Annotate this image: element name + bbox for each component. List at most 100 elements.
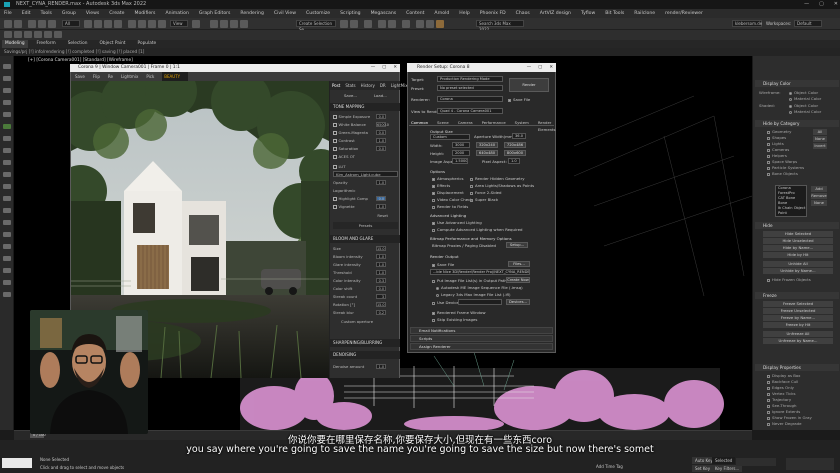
checkbox[interactable] <box>333 115 337 119</box>
checkbox[interactable] <box>767 130 770 134</box>
menu-item[interactable]: render/Reviewer <box>665 9 703 18</box>
radio[interactable] <box>789 91 792 95</box>
tool-icon[interactable] <box>3 76 11 81</box>
tab-dr[interactable]: DR <box>380 81 386 90</box>
tool-icon[interactable] <box>3 112 11 117</box>
fb-save-button[interactable]: Save <box>75 72 85 81</box>
freeze-header[interactable]: Freeze <box>755 292 839 299</box>
unhide-all-button[interactable]: Unhide All <box>763 261 833 267</box>
option-effects[interactable]: Effects <box>432 183 450 188</box>
category-none-button[interactable]: None <box>813 136 827 142</box>
viewport-navigation[interactable] <box>786 458 834 470</box>
category-particle-systems[interactable]: Particle Systems <box>767 165 804 170</box>
tool-icon[interactable] <box>3 256 11 261</box>
checkbox[interactable] <box>432 301 435 305</box>
preset-320[interactable]: 320x240 <box>476 142 498 148</box>
rs-close-button[interactable]: ✕ <box>549 63 553 72</box>
hide-by-name-button[interactable]: Hide by Name... <box>763 245 833 251</box>
tool-icon[interactable] <box>3 148 11 153</box>
viewport-label[interactable]: [+] [Corona Camera001] [Standard] [Wiref… <box>28 58 133 63</box>
modeling-tool-icon[interactable] <box>14 31 22 38</box>
presets-button[interactable]: Presets <box>333 222 398 229</box>
display-prop[interactable]: Display as Box <box>767 373 800 378</box>
checkbox[interactable] <box>432 279 435 283</box>
maxscript-listener[interactable] <box>2 458 32 468</box>
render-icon[interactable] <box>436 20 444 28</box>
bloom-glare-header[interactable]: BLOOM AND GLARE <box>330 235 400 243</box>
files-button[interactable]: Files... <box>508 261 530 267</box>
checkbox[interactable] <box>767 422 770 426</box>
checkbox[interactable] <box>432 198 435 202</box>
option-super-black[interactable]: Super Black <box>470 197 498 202</box>
material-editor-icon[interactable] <box>402 20 410 28</box>
freeze-by-name-button[interactable]: Freeze by Name... <box>763 315 833 321</box>
checkbox[interactable] <box>333 165 337 169</box>
rotate-icon[interactable] <box>138 20 146 28</box>
fb-flip-button[interactable]: Flip <box>93 72 100 81</box>
menu-item[interactable]: Scripting <box>340 9 360 18</box>
tool-icon[interactable] <box>3 220 11 225</box>
unfreeze-all-button[interactable]: Unfreeze All <box>763 331 833 337</box>
reset-button[interactable]: Reset <box>333 212 398 219</box>
select-by-name-icon[interactable] <box>94 20 102 28</box>
width-input[interactable]: 3000 <box>452 142 470 148</box>
maximize-button[interactable]: ▢ <box>819 0 824 9</box>
display-prop[interactable]: Vertex Ticks <box>767 391 796 396</box>
ribbon-tab-populate[interactable]: Populate <box>135 40 160 48</box>
category-cameras[interactable]: Cameras <box>767 147 789 152</box>
tm-row[interactable]: ACES OT <box>333 153 398 160</box>
link-icon[interactable] <box>28 20 36 28</box>
bg-row[interactable]: Size 15.0 <box>333 245 398 252</box>
fb-minimize-button[interactable]: — <box>371 64 375 72</box>
hide-by-category-header[interactable]: Hide by Category <box>755 120 839 127</box>
checkbox[interactable] <box>767 160 770 164</box>
checkbox[interactable] <box>432 263 435 267</box>
category-shapes[interactable]: Shapes <box>767 135 786 140</box>
checkbox[interactable] <box>333 197 337 201</box>
legacy-seq-radio[interactable]: Legacy 3ds Max Image File List (.ifl) <box>436 292 511 297</box>
checkbox[interactable] <box>432 311 435 315</box>
display-prop[interactable]: Show Frozen in Gray <box>767 415 812 420</box>
preset-720[interactable]: 720x486 <box>504 142 526 148</box>
lut-file[interactable]: Kim_Astrom_Light.cube <box>333 171 398 177</box>
menu-item[interactable]: Animation <box>165 9 188 18</box>
checkbox[interactable] <box>767 142 770 146</box>
move-icon[interactable] <box>128 20 136 28</box>
ribbon-tab-modeling[interactable]: Modeling <box>2 40 28 48</box>
assign-renderer-rollout[interactable]: Assign Renderer <box>410 343 553 350</box>
ribbon-tab-object-paint[interactable]: Object Paint <box>97 40 129 48</box>
mirror-icon[interactable] <box>340 20 348 28</box>
tm-row[interactable]: Vignette 1.0 <box>333 203 398 210</box>
pivot-icon[interactable] <box>192 20 200 28</box>
category-invert-button[interactable]: Invert <box>813 143 827 149</box>
spinner-snap-icon[interactable] <box>240 20 248 28</box>
output-size-preset[interactable]: Custom <box>430 134 470 140</box>
hide-header[interactable]: Hide <box>755 222 839 229</box>
select-icon[interactable] <box>84 20 92 28</box>
named-selection-set[interactable]: Create Selection Se <box>296 20 336 32</box>
checkbox[interactable] <box>470 177 473 181</box>
checkbox[interactable] <box>470 191 473 195</box>
layer-explorer-icon[interactable] <box>364 20 372 28</box>
preset-640[interactable]: 640x480 <box>476 150 498 156</box>
shaded-object-color[interactable]: Object Color <box>789 103 818 108</box>
freeze-selected-button[interactable]: Freeze Selected <box>763 301 833 307</box>
checkbox[interactable] <box>333 131 337 135</box>
skip-existing[interactable]: Skip Existing Images <box>432 317 477 322</box>
menu-item[interactable]: Arnold <box>434 9 449 18</box>
display-prop[interactable]: Edges Only <box>767 385 794 390</box>
tm-row[interactable]: Green-Magenta 0.0 <box>333 129 398 136</box>
display-color-header[interactable]: Display Color <box>755 80 839 87</box>
pixel-aspect-input[interactable]: 1.0 <box>508 158 520 164</box>
snap-icon[interactable] <box>210 20 218 28</box>
checkbox[interactable] <box>767 172 770 176</box>
fb-close-button[interactable]: ✕ <box>393 64 397 72</box>
tab-scene[interactable]: Scene <box>437 119 449 125</box>
tab-system[interactable]: System <box>515 119 529 125</box>
menu-item[interactable]: ArtVIZ design <box>540 9 571 18</box>
tab-stats[interactable]: Stats <box>345 81 355 90</box>
render-setup-icon[interactable] <box>416 20 424 28</box>
tool-icon[interactable] <box>3 88 11 93</box>
angle-snap-icon[interactable] <box>220 20 228 28</box>
rect-selection-icon[interactable] <box>104 20 112 28</box>
